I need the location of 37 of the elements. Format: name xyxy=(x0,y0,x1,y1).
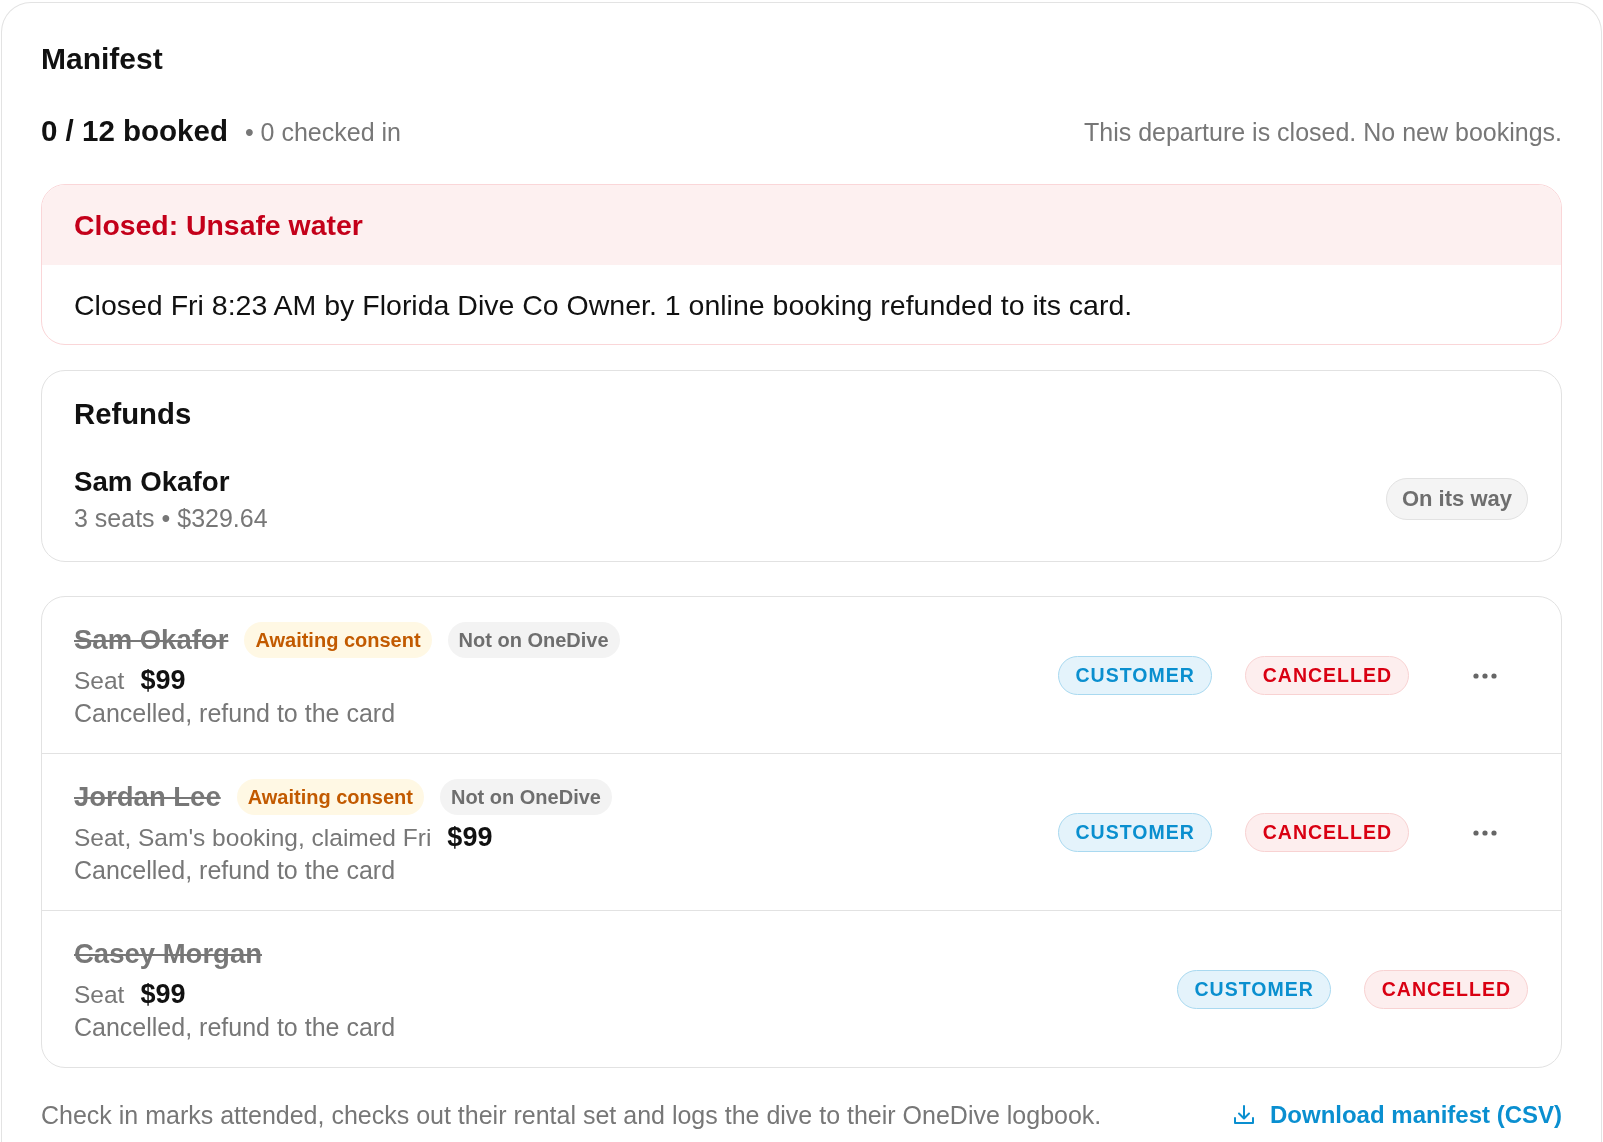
booking-status: Cancelled, refund to the card xyxy=(74,698,397,729)
footer-note: Check in marks attended, checks out their rental set and logs the dive to their OneDive logbook. xyxy=(41,1100,1102,1130)
booked-count: 0 / 12 booked xyxy=(41,114,228,148)
seat-label: Seat xyxy=(74,666,125,696)
status-tag: Awaiting consent xyxy=(236,779,424,815)
seat-price: $99 xyxy=(140,664,186,696)
download-manifest-link[interactable]: Download manifest (CSV) xyxy=(1231,1100,1562,1130)
status-badge: CANCELLED xyxy=(1363,970,1528,1009)
status-badge: CANCELLED xyxy=(1244,656,1409,695)
role-badge: CUSTOMER xyxy=(1176,970,1331,1009)
seat-label: Seat, Sam's booking, claimed Fri xyxy=(74,823,432,853)
seat-label: Seat xyxy=(74,980,125,1010)
status-tag: Awaiting consent xyxy=(244,622,432,658)
seat-price: $99 xyxy=(140,978,186,1010)
booking-status: Cancelled, refund to the card xyxy=(74,855,397,886)
status-tag: Not on OneDive xyxy=(447,622,620,658)
guest-name: Jordan Lee xyxy=(74,781,221,813)
booking-status: Cancelled, refund to the card xyxy=(74,1012,396,1043)
alert-message: Closed Fri 8:23 AM by Florida Dive Co Owner. 1 online booking refunded to its card. xyxy=(74,290,1134,320)
role-badge: CUSTOMER xyxy=(1057,656,1212,695)
status-badge: CANCELLED xyxy=(1244,813,1409,852)
more-icon xyxy=(1473,672,1497,679)
refunds-title: Refunds xyxy=(74,397,193,431)
refund-name: Sam Okafor xyxy=(74,466,231,498)
more-icon xyxy=(1473,829,1497,836)
role-badge: CUSTOMER xyxy=(1057,813,1212,852)
refund-detail: 3 seats • $329.64 xyxy=(74,504,268,532)
checked-in-count: • 0 checked in xyxy=(244,117,401,148)
guest-name: Sam Okafor xyxy=(74,624,229,656)
manifest-title: Manifest xyxy=(41,42,164,76)
download-icon xyxy=(1231,1103,1256,1127)
guest-name: Casey Morgan xyxy=(74,938,262,970)
seat-price: $99 xyxy=(447,821,493,853)
alert-title: Closed: Unsafe water xyxy=(74,208,364,242)
closed-notice: This departure is closed. No new bookings. xyxy=(1083,117,1562,148)
status-tag: Not on OneDive xyxy=(439,779,612,815)
refund-status-badge: On its way xyxy=(1385,478,1528,520)
